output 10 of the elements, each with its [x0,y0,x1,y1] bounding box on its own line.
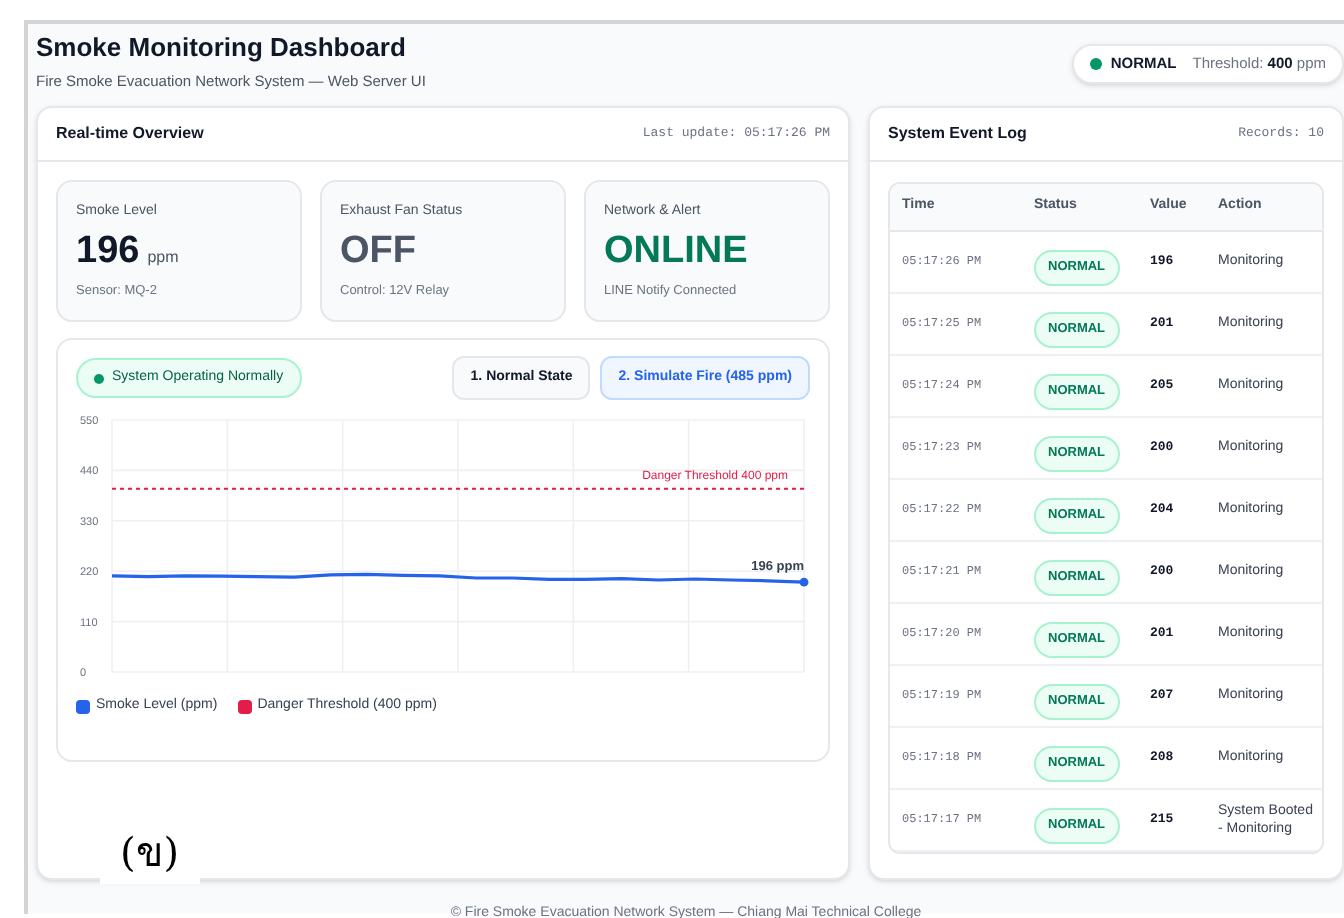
metric-value: 196 [76,229,140,274]
panel-title: System Event Log [888,122,1027,147]
metric-unit: ppm [147,245,179,270]
metric-value: OFF [340,229,416,274]
legend-swatch [76,700,90,714]
metric-value: ONLINE [604,229,748,274]
legend-swatch [237,700,252,714]
dashboard-title: Smoke Monitoring Dashboard [36,32,408,64]
data-point [799,578,809,588]
panel-title: Real-time Overview [56,122,204,147]
